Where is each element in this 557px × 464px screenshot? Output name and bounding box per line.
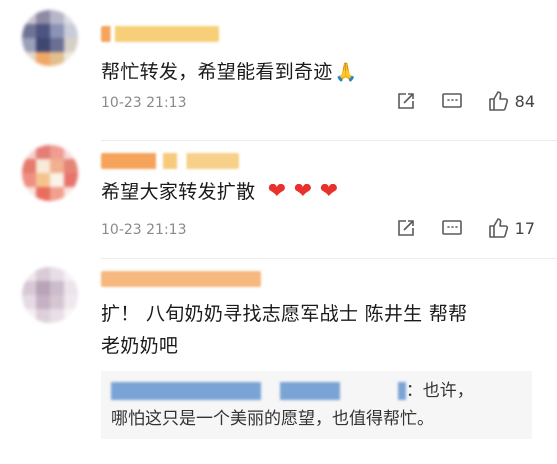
comment-1: 帮忙转发，希望能看到奇迹 🙏 10-23 21:13 84	[0, 0, 557, 140]
like-icon	[487, 217, 509, 239]
quoted-reply[interactable]: ：也许， 哪怕这只是一个美丽的愿望，也值得帮忙。	[101, 371, 532, 439]
comment-time: 10-23 21:13	[101, 222, 187, 238]
comment-text: 扩！ 八旬奶奶寻找志愿军战士 陈井生 帮帮 老奶奶吧	[101, 298, 467, 362]
like-count: 17	[514, 218, 535, 238]
like-count: 84	[514, 91, 535, 111]
avatar[interactable]	[22, 267, 78, 323]
username-redacted[interactable]	[101, 271, 261, 287]
hearts-emoji: ❤ ❤ ❤	[267, 179, 339, 204]
comment-body-line2: 老奶奶吧	[101, 335, 179, 357]
like-button[interactable]: 84	[487, 90, 535, 112]
like-icon	[487, 90, 509, 112]
comment-body-line1: 扩！ 八旬奶奶寻找志愿军战士 陈井生 帮帮	[101, 303, 468, 325]
avatar[interactable]	[22, 10, 78, 66]
pray-emoji: 🙏	[334, 62, 358, 83]
avatar[interactable]	[22, 145, 78, 201]
comment-body: 帮忙转发，希望能看到奇迹	[101, 61, 333, 83]
comment-actions: 17	[395, 217, 535, 239]
quote-line1: ：也许，	[111, 377, 522, 405]
username-redacted[interactable]	[101, 26, 219, 42]
comment-3: 扩！ 八旬奶奶寻找志愿军战士 陈井生 帮帮 老奶奶吧 ：也许， 哪怕这只是一个美…	[0, 259, 557, 464]
comment-icon	[441, 90, 463, 112]
username-redacted[interactable]	[101, 153, 239, 169]
share-icon[interactable]	[395, 217, 417, 239]
comment-text: 帮忙转发，希望能看到奇迹 🙏	[101, 58, 357, 87]
redacted-username	[111, 382, 261, 400]
comment-actions: 84	[395, 90, 535, 112]
comment-body: 希望大家转发扩散	[101, 181, 256, 203]
redacted-text	[397, 382, 406, 400]
share-icon[interactable]	[395, 90, 417, 112]
comment-text: 希望大家转发扩散 ❤ ❤ ❤	[101, 177, 345, 207]
comment-icon	[441, 217, 463, 239]
comment-button[interactable]	[441, 90, 463, 112]
quote-line2: 哪怕这只是一个美丽的愿望，也值得帮忙。	[111, 409, 434, 429]
comment-button[interactable]	[441, 217, 463, 239]
comment-time: 10-23 21:13	[101, 95, 187, 111]
like-button[interactable]: 17	[487, 217, 535, 239]
quote-line1-text: ：也许，	[405, 381, 474, 401]
redacted-text	[280, 382, 341, 400]
comment-2: 希望大家转发扩散 ❤ ❤ ❤ 10-23 21:13 17	[0, 141, 557, 259]
